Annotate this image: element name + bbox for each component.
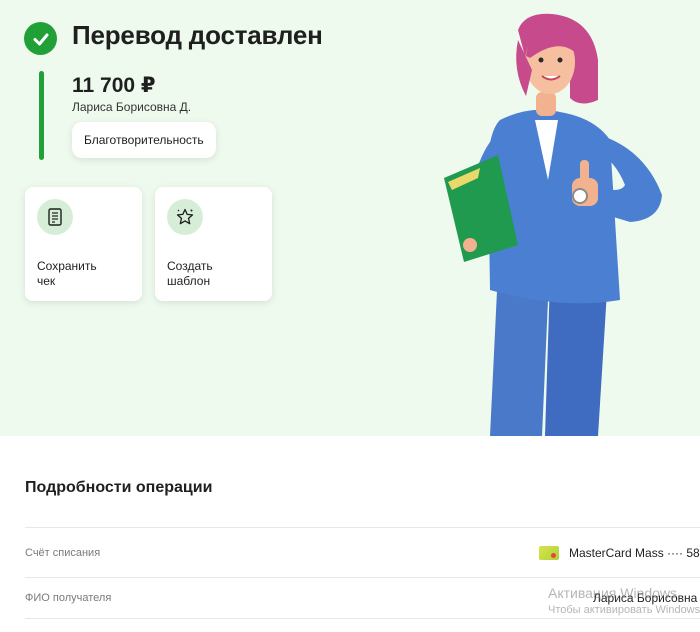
- divider: [25, 618, 700, 619]
- category-tag[interactable]: Благотворительность: [72, 122, 216, 158]
- divider: [25, 577, 700, 578]
- star-icon: [167, 199, 203, 235]
- save-receipt-button[interactable]: Сохранить чек: [25, 187, 142, 301]
- save-receipt-label: Сохранить чек: [37, 259, 97, 288]
- windows-activation-watermark: Активация Windows: [548, 585, 678, 601]
- receipt-icon: [37, 199, 73, 235]
- page-title: Перевод доставлен: [72, 20, 323, 50]
- woman-illustration: [444, 13, 662, 436]
- card-icon: [539, 546, 559, 560]
- recipient-name: Лариса Борисовна Д.: [72, 100, 192, 114]
- recipient-name-label: ФИО получателя: [25, 592, 112, 604]
- hero-section: Перевод доставлен 11 700 ₽ Лариса Борисо…: [0, 0, 700, 436]
- divider: [25, 527, 700, 528]
- windows-activation-subtext: Чтобы активировать Windows: [548, 604, 700, 616]
- success-check-icon: [24, 22, 57, 55]
- details-title: Подробности операции: [25, 479, 213, 496]
- debit-account-value: MasterCard Mass ···· 583: [569, 546, 700, 560]
- transfer-amount: 11 700 ₽: [72, 74, 156, 97]
- create-template-label: Создать шаблон: [167, 259, 213, 288]
- create-template-button[interactable]: Создать шаблон: [155, 187, 272, 301]
- debit-account-label: Счёт списания: [25, 547, 101, 559]
- status-bar: [39, 71, 44, 160]
